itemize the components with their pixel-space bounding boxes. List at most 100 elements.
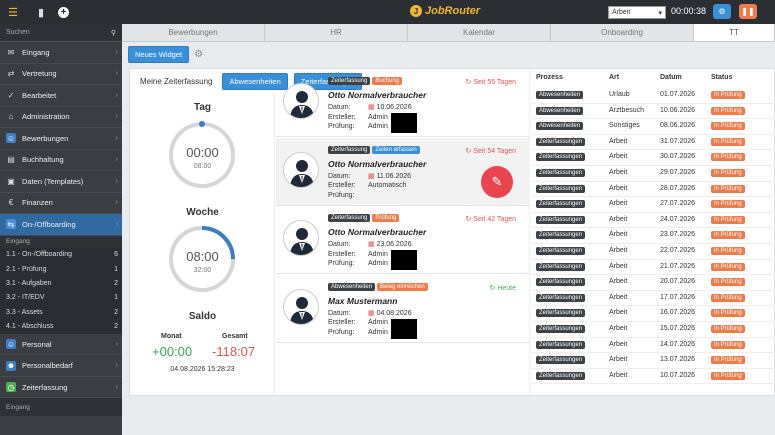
table-row[interactable]: Zeiterfassungen Arbeit 16.07.2026 In Prüfun… [531, 306, 775, 322]
table-row[interactable]: Zeiterfassungen Arbeit 23.07.2026 In Prüfun… [531, 228, 775, 244]
table-row[interactable]: Zeiterfassungen Arbeit 31.07.2026 In Prüfun… [531, 135, 775, 151]
status-cell: In Prüfung [711, 247, 745, 255]
card-since-text: Heute [497, 284, 516, 292]
date-cell: 01.07.2026 [660, 91, 696, 98]
date-cell: 10.06.2026 [660, 106, 696, 114]
table-row[interactable]: Zeiterfassungen Arbeit 15.07.2026 In Prüfun… [531, 322, 775, 338]
type-cell: Arbeit [609, 340, 628, 348]
table-row[interactable]: Zeiterfassungen Arbeit 10.07.2026 In Prüfun… [531, 369, 775, 385]
sidebar-item-eingang[interactable]: ✉ Eingang › [0, 42, 122, 64]
activity-select[interactable]: Arbeit ▾ [608, 6, 666, 19]
date-cell: 30.07.2026 [660, 153, 696, 161]
sidebar-item-finanzen[interactable]: € Finanzen › [0, 193, 122, 214]
add-icon[interactable]: + [58, 6, 69, 18]
time-icon: ◷ [6, 382, 16, 393]
sidebar-subitem[interactable]: 3.2 - IT/EDV 1 [0, 290, 122, 306]
status-cell: In Prüfung [711, 91, 745, 99]
task-card[interactable]: Zeiterfassung Zeiten erfassen ↻ Seit 54 Ta… [276, 137, 530, 206]
time-tracking-widget: Meine Zeiterfassung Abwesenheiten Zeiter… [129, 68, 775, 396]
saldo-total-label: Gesamt [222, 333, 248, 340]
process-badge: Zeiterfassungen [536, 137, 586, 146]
edit-button[interactable]: ✎ [481, 165, 513, 198]
folder-icon: ▣ [7, 176, 15, 186]
card-creator-row: Ersteller: Automatisch [328, 181, 411, 191]
card-date: 04.08.2026 [376, 309, 412, 317]
date-cell: 28.07.2026 [660, 184, 696, 192]
sidebar-item-on-offboarding[interactable]: ⇆ On-/Offboarding › [0, 214, 122, 236]
table-row[interactable]: Zeiterfassungen Arbeit 29.07.2026 In Prüfun… [531, 166, 775, 182]
activity-select-value: Arbeit [612, 9, 631, 16]
date-cell: 10.07.2026 [660, 371, 696, 379]
card-creator: Admin [368, 113, 388, 121]
sidebar-item-vertretung[interactable]: ⇄ Vertretung › [0, 64, 122, 85]
admin-icon: ⌂ [8, 112, 14, 122]
card-date: 10.06.2026 [376, 104, 412, 111]
table-row[interactable]: Abwesenheiten Urlaub 01.07.2026 In Prüfung [531, 88, 775, 104]
table-row[interactable]: Zeiterfassungen Arbeit 20.07.2026 In Prüfun… [531, 275, 775, 291]
sidebar-item-bearbeitet[interactable]: ✓ Bearbeitet › [0, 85, 122, 107]
sidebar-search[interactable]: Suchen ⚲ [0, 24, 122, 42]
search-input[interactable]: Suchen [6, 29, 30, 36]
tab-kalendar[interactable]: Kalendar [408, 24, 551, 41]
sidebar-subitem-label: 4.1 - Abschluss [6, 323, 54, 331]
table-row[interactable]: Zeiterfassungen Arbeit 27.07.2026 In Prüfun… [531, 197, 775, 213]
bookmark-icon[interactable]: ▮ [34, 5, 48, 19]
table-row[interactable]: Zeiterfassungen Arbeit 21.07.2026 In Prüfun… [531, 260, 775, 276]
sidebar-subitem[interactable]: 1.1 - On-/Offboarding 6 [0, 247, 122, 262]
task-card[interactable]: Zeiterfassung Buchung ↻ Seit 55 Tagen Otto … [276, 69, 530, 137]
sidebar-item-zeiterfassung[interactable]: ◷ Zeiterfassung › [0, 377, 122, 399]
sidebar-subitem[interactable]: 2.1 - Prüfung 1 [0, 261, 122, 277]
table-row[interactable]: Zeiterfassungen Arbeit 17.07.2026 In Prüfun… [531, 291, 775, 307]
sidebar-item-bewerbungen[interactable]: ☺ Bewerbungen › [0, 128, 122, 150]
table-row[interactable]: Zeiterfassungen Arbeit 24.07.2026 In Prüfun… [531, 213, 775, 229]
table-row[interactable]: Zeiterfassungen Arbeit 28.07.2026 In Prüfun… [531, 182, 775, 198]
table-row[interactable]: Zeiterfassungen Arbeit 13.07.2026 In Prüfun… [531, 353, 775, 369]
process-badge: Zeiterfassungen [536, 278, 586, 287]
card-date-row: Datum: ▦ 11.06.2026 [328, 172, 411, 182]
card-meta: Datum: ▦ 23.06.2026 Ersteller: Admin Prüfung… [328, 240, 417, 270]
sidebar-item-daten-templates-[interactable]: ▣ Daten (Templates) › [0, 171, 122, 193]
new-widget-button[interactable]: Neues Widget [128, 46, 190, 63]
sidebar-item-buchhaltung[interactable]: ▤ Buchhaltung › [0, 150, 122, 171]
card-date-label: Datum: [328, 172, 351, 180]
gear-icon[interactable]: ⚙ [194, 49, 203, 60]
chevron-right-icon: › [115, 199, 118, 207]
redacted-block [391, 318, 417, 339]
tab-hr[interactable]: HR [265, 24, 408, 41]
table-row[interactable]: Zeiterfassungen Arbeit 22.07.2026 In Prüfun… [531, 244, 775, 260]
sidebar-subitem[interactable]: 3.1 - Aufgaben 2 [0, 276, 122, 291]
pause-icon: ❚❚ [741, 7, 755, 16]
table-row[interactable]: Zeiterfassungen Arbeit 14.07.2026 In Prüfun… [531, 338, 775, 354]
task-card[interactable]: Zeiterfassung Prüfung ↻ Seit 42 Tagen Otto … [276, 206, 530, 274]
status-badge: In Prüfung [711, 106, 745, 115]
tab-tt[interactable]: TT [694, 24, 775, 41]
chevron-right-icon: › [115, 91, 118, 99]
tab-bewerbungen[interactable]: Bewerbungen [122, 24, 265, 41]
table-row[interactable]: Abwesenheiten Arztbesuch 10.06.2026 In Prüf… [531, 104, 775, 120]
card-reviewer-label: Prüfung: [328, 191, 355, 199]
type-cell: Arbeit [609, 169, 628, 176]
redacted-block [391, 113, 417, 133]
tab-onboarding[interactable]: Onboarding [551, 24, 694, 41]
sidebar-item-administration[interactable]: ⌂ Administration › [0, 107, 122, 128]
type-cell: Sonstiges [609, 122, 640, 130]
task-card[interactable]: Abwesenheiten Beleg einreichen ↻ Heute Max … [276, 275, 530, 343]
date-cell: 17.07.2026 [660, 293, 696, 301]
pause-button[interactable]: ❚❚ [739, 4, 757, 19]
sidebar-subitem[interactable]: 4.1 - Abschluss 2 [0, 319, 122, 334]
table-row[interactable]: Abwesenheiten Sonstiges 08.06.2026 In Prüfu… [531, 119, 775, 135]
table-row[interactable]: Zeiterfassungen Arbeit 30.07.2026 In Prüfun… [531, 150, 775, 166]
week-target: 32:00 [193, 267, 212, 274]
chevron-right-icon: › [115, 177, 118, 185]
process-cell: Zeiterfassungen [536, 356, 586, 365]
sidebar-item-personal[interactable]: ☺ Personal › [0, 334, 122, 356]
sidebar-item-personalbedarf[interactable]: ☻ Personalbedarf › [0, 355, 122, 377]
card-badge: Zeiten erfassen [372, 145, 420, 154]
sidebar-subitem[interactable]: 3.3 - Assets 2 [0, 305, 122, 320]
process-badge: Zeiterfassungen [536, 340, 586, 349]
avatar [283, 220, 319, 256]
settings-button[interactable]: ⚙ [713, 4, 731, 19]
type-cell: Arbeit [609, 247, 628, 254]
menu-icon[interactable]: ☰ [6, 5, 20, 19]
deputy-icon: ⇄ [7, 69, 15, 79]
